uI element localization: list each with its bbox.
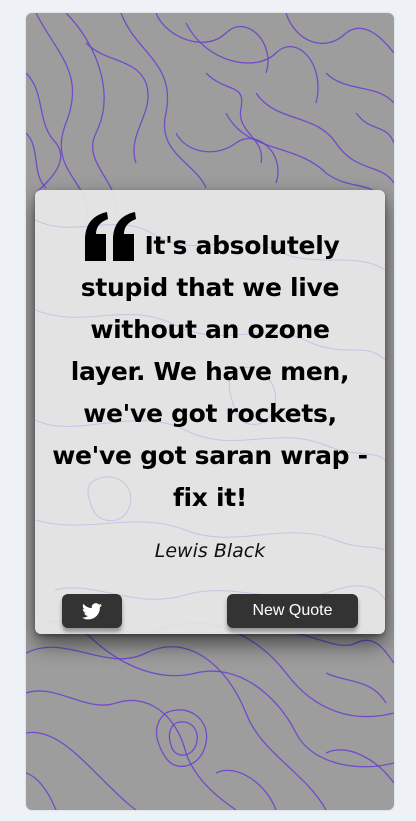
new-quote-button[interactable]: New Quote xyxy=(227,594,358,628)
quote-text-container: It's absolutely stupid that we live with… xyxy=(49,212,371,519)
twitter-icon xyxy=(82,602,102,619)
quote-text: It's absolutely stupid that we live with… xyxy=(52,231,368,512)
quote-block: It's absolutely stupid that we live with… xyxy=(49,212,371,519)
quote-card: It's absolutely stupid that we live with… xyxy=(35,190,385,634)
quote-author: Lewis Black xyxy=(154,540,266,562)
quote-left-icon xyxy=(84,212,136,261)
app-frame: It's absolutely stupid that we live with… xyxy=(26,13,394,810)
tweet-quote-button[interactable] xyxy=(62,594,122,628)
